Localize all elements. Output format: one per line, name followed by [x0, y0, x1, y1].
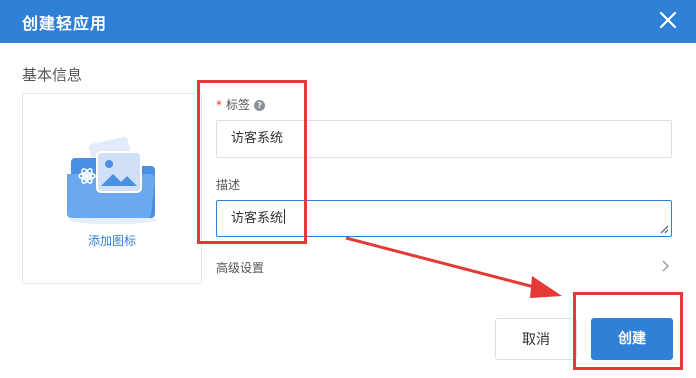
text-caret [284, 209, 286, 224]
close-icon[interactable] [656, 8, 680, 32]
dialog-header: 创建轻应用 [0, 0, 696, 43]
question-circle-icon[interactable]: ? [254, 100, 266, 111]
add-icon-link[interactable]: 添加图标 [23, 232, 201, 249]
annotation-arrow-icon [345, 236, 562, 298]
cancel-button[interactable]: 取消 [495, 318, 577, 360]
resize-handle-icon[interactable] [659, 224, 669, 234]
description-label: 描述 [216, 178, 241, 192]
required-mark: * [216, 98, 222, 112]
icon-upload-card[interactable]: 添加图标 [22, 93, 202, 284]
advanced-settings[interactable]: 高级设置 [216, 259, 264, 276]
create-button[interactable]: 创建 [591, 318, 673, 360]
tag-input[interactable]: 访客系统 [216, 120, 672, 158]
description-textarea[interactable]: 访客系统 [216, 200, 672, 237]
tag-label-text: 标签 [226, 98, 251, 112]
description-value: 访客系统 [231, 211, 284, 226]
folder-image-illustration [67, 137, 157, 224]
section-title: 基本信息 [22, 66, 83, 84]
tag-label: * 标签? [216, 96, 266, 113]
dialog-title: 创建轻应用 [22, 14, 108, 33]
tag-input-value: 访客系统 [231, 131, 284, 146]
chevron-right-icon[interactable] [660, 259, 670, 273]
